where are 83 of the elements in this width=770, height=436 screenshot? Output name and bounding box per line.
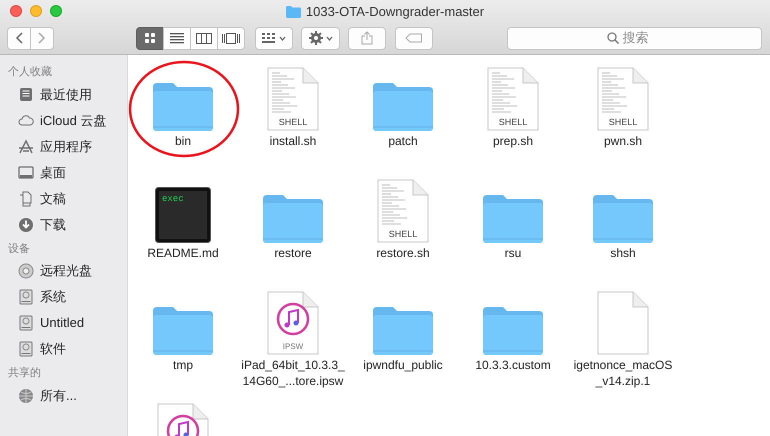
tag-icon bbox=[405, 33, 423, 43]
caret-icon bbox=[279, 36, 286, 40]
window-title: 1033-OTA-Downgrader-master bbox=[306, 3, 484, 21]
sidebar-heading: 共享的 bbox=[7, 366, 42, 381]
coverflow-icon bbox=[222, 32, 240, 44]
sidebar-item[interactable]: 所有... bbox=[40, 386, 77, 406]
folder-icon bbox=[483, 307, 543, 355]
cloud-icon bbox=[18, 112, 34, 128]
file-name[interactable]: restore bbox=[241, 245, 345, 261]
action-button[interactable] bbox=[301, 26, 340, 50]
file-name[interactable]: iPad_64bit_10.3.3_14G60_...tore.ipsw bbox=[241, 357, 345, 389]
display-icon bbox=[18, 164, 34, 180]
drive-icon bbox=[18, 289, 34, 305]
blank-document-icon bbox=[598, 292, 648, 354]
music-document-icon bbox=[158, 404, 208, 436]
back-button[interactable] bbox=[7, 26, 31, 50]
file-name[interactable]: prep.sh bbox=[461, 133, 565, 149]
file-name[interactable]: ipwndfu_public bbox=[351, 357, 455, 373]
shell-script-icon bbox=[598, 68, 648, 130]
file-name[interactable]: igetnonce_macOS_v14.zip.1 bbox=[571, 357, 675, 389]
sidebar-item[interactable]: iCloud 云盘 bbox=[40, 110, 106, 130]
folder-icon bbox=[153, 83, 213, 131]
grid-icon bbox=[145, 32, 155, 44]
gear-icon bbox=[308, 31, 322, 45]
sidebar-item[interactable]: 桌面 bbox=[40, 162, 66, 182]
shell-script-icon bbox=[378, 180, 428, 242]
list-icon bbox=[170, 32, 184, 44]
sidebar-item[interactable]: 软件 bbox=[40, 339, 66, 359]
folder-icon bbox=[373, 307, 433, 355]
chevron-left-icon bbox=[15, 32, 23, 44]
arrange-button[interactable] bbox=[255, 26, 293, 50]
folder-icon bbox=[286, 6, 301, 18]
file-name[interactable]: rsu bbox=[461, 245, 565, 261]
chevron-right-icon bbox=[38, 32, 46, 44]
zoom-button[interactable] bbox=[50, 5, 62, 17]
drive-icon bbox=[18, 341, 34, 357]
music-document-icon bbox=[268, 292, 318, 354]
download-icon bbox=[18, 216, 34, 232]
sidebar-heading: 个人收藏 bbox=[7, 64, 53, 80]
terminal-icon: exec bbox=[155, 187, 211, 243]
shell-script-icon bbox=[488, 68, 538, 130]
file-name[interactable]: bin bbox=[131, 133, 235, 149]
file-type-label: SHELL bbox=[608, 117, 638, 127]
file-name[interactable]: README.md bbox=[131, 245, 235, 261]
shell-script-icon bbox=[268, 68, 318, 130]
columns-view-button[interactable] bbox=[190, 26, 218, 50]
close-button[interactable] bbox=[10, 5, 22, 17]
columns-icon bbox=[196, 32, 212, 44]
folder-icon bbox=[153, 307, 213, 355]
grid-icon bbox=[262, 33, 276, 43]
list-view-button[interactable] bbox=[163, 26, 191, 50]
sidebar-item[interactable]: 文稿 bbox=[40, 188, 66, 208]
grid-view-button[interactable] bbox=[136, 26, 164, 50]
sidebar-item[interactable]: 远程光盘 bbox=[40, 261, 92, 281]
file-name[interactable]: shsh bbox=[571, 245, 675, 261]
folder-icon bbox=[483, 195, 543, 243]
sidebar-heading: 设备 bbox=[7, 242, 31, 256]
sidebar-item[interactable]: 系统 bbox=[40, 287, 66, 307]
file-name[interactable]: pwn.sh bbox=[571, 133, 675, 149]
file-type-label: SHELL bbox=[388, 229, 418, 239]
document-icon bbox=[18, 190, 34, 206]
file-type-label: SHELL bbox=[498, 117, 528, 127]
file-type-label: IPSW bbox=[282, 342, 304, 351]
drive-icon bbox=[18, 315, 34, 331]
sidebar-item[interactable]: Untitled bbox=[40, 313, 84, 333]
globe-icon bbox=[18, 388, 34, 404]
sidebar-item[interactable]: 应用程序 bbox=[40, 136, 92, 156]
folder-icon bbox=[593, 195, 653, 243]
file-name[interactable]: patch bbox=[351, 133, 455, 149]
coverflow-view-button[interactable] bbox=[217, 26, 245, 50]
file-name[interactable]: 10.3.3.custom bbox=[461, 357, 565, 373]
folder-icon bbox=[263, 195, 323, 243]
file-name[interactable]: install.sh bbox=[241, 133, 345, 149]
sidebar-item[interactable]: 下载 bbox=[40, 214, 66, 234]
share-icon bbox=[361, 31, 373, 45]
tray-icon bbox=[18, 86, 34, 102]
file-name[interactable]: restore.sh bbox=[351, 245, 455, 261]
file-type-label: SHELL bbox=[278, 117, 308, 127]
sidebar-item[interactable]: 最近使用 bbox=[40, 84, 92, 104]
folder-icon bbox=[373, 83, 433, 131]
file-name[interactable]: tmp bbox=[131, 357, 235, 373]
caret-icon bbox=[326, 36, 332, 40]
disc-icon bbox=[18, 263, 34, 279]
